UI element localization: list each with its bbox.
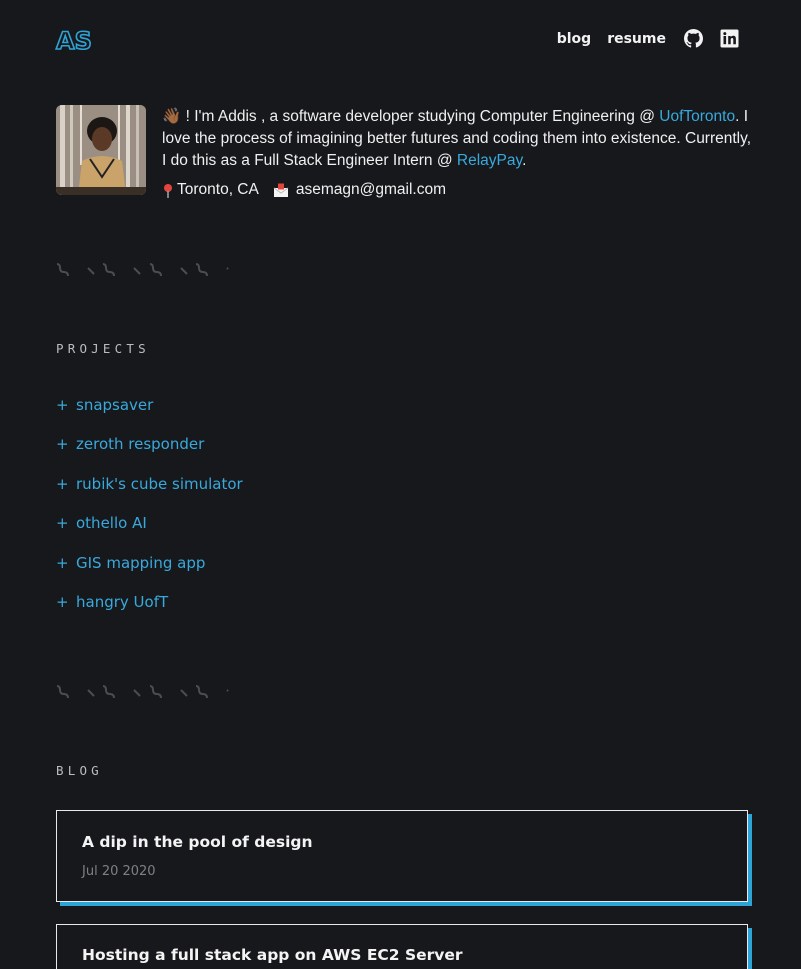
- intro-greeting: ! I'm Addis , a software developer study…: [185, 108, 655, 125]
- nav-resume-link[interactable]: resume: [607, 31, 666, 47]
- project-item[interactable]: + hangry UofT: [56, 593, 243, 632]
- project-item[interactable]: + zeroth responder: [56, 435, 243, 474]
- blog-post-title[interactable]: A dip in the pool of design: [82, 833, 313, 851]
- plus-icon: +: [56, 514, 69, 533]
- github-icon[interactable]: [684, 29, 703, 48]
- uoft-link[interactable]: UofToronto: [659, 108, 735, 125]
- email-link[interactable]: asemagn@gmail.com: [296, 181, 446, 199]
- projects-list: + snapsaver + zeroth responder + rubik's cu…: [56, 396, 243, 632]
- project-title[interactable]: hangry UofT: [76, 593, 168, 611]
- relaypay-link[interactable]: RelayPay: [457, 152, 522, 169]
- plus-icon: +: [56, 592, 69, 611]
- project-item[interactable]: + snapsaver: [56, 396, 243, 435]
- site-logo[interactable]: AS: [55, 26, 92, 56]
- plus-icon: +: [56, 396, 69, 414]
- intro-end: .: [522, 152, 527, 169]
- project-item[interactable]: + rubik's cube simulator: [56, 475, 243, 514]
- project-item[interactable]: + othello AI: [56, 514, 243, 553]
- nav-blog-link[interactable]: blog: [557, 31, 591, 47]
- avatar: [56, 105, 146, 195]
- location-text: Toronto, CA: [177, 181, 259, 198]
- map-pin-icon: [162, 183, 174, 198]
- blog-card[interactable]: A dip in the pool of design Jul 20 2020: [56, 810, 748, 902]
- project-item[interactable]: + GIS mapping app: [56, 554, 243, 593]
- plus-icon: +: [56, 435, 69, 454]
- projects-heading: PROJECTS: [56, 341, 150, 356]
- contact-info: Toronto, CA asemagn@gmail.com: [162, 181, 446, 199]
- linkedin-icon[interactable]: [720, 29, 739, 48]
- project-title[interactable]: zeroth responder: [76, 435, 204, 453]
- blog-post-title[interactable]: Hosting a full stack app on AWS EC2 Serv…: [82, 946, 463, 964]
- blog-post-date: Jul 20 2020: [82, 864, 156, 879]
- squiggle-divider: [56, 263, 229, 277]
- project-title[interactable]: GIS mapping app: [76, 554, 205, 572]
- blog-card[interactable]: Hosting a full stack app on AWS EC2 Serv…: [56, 924, 748, 969]
- plus-icon: +: [56, 474, 69, 493]
- intro-text: 👋🏾 ! I'm Addis , a software developer st…: [162, 106, 752, 172]
- envelope-icon: [273, 183, 289, 198]
- project-title[interactable]: rubik's cube simulator: [76, 475, 243, 493]
- blog-heading: BLOG: [56, 763, 103, 778]
- page: AS blog resume 👋🏾 ! I'm Addis , a softwa…: [0, 0, 801, 969]
- squiggle-divider: [56, 685, 229, 699]
- wave-emoji: 👋🏾: [162, 108, 182, 125]
- project-title[interactable]: othello AI: [76, 514, 147, 532]
- plus-icon: +: [56, 553, 69, 572]
- project-title[interactable]: snapsaver: [76, 396, 153, 414]
- top-nav: blog resume: [557, 29, 739, 48]
